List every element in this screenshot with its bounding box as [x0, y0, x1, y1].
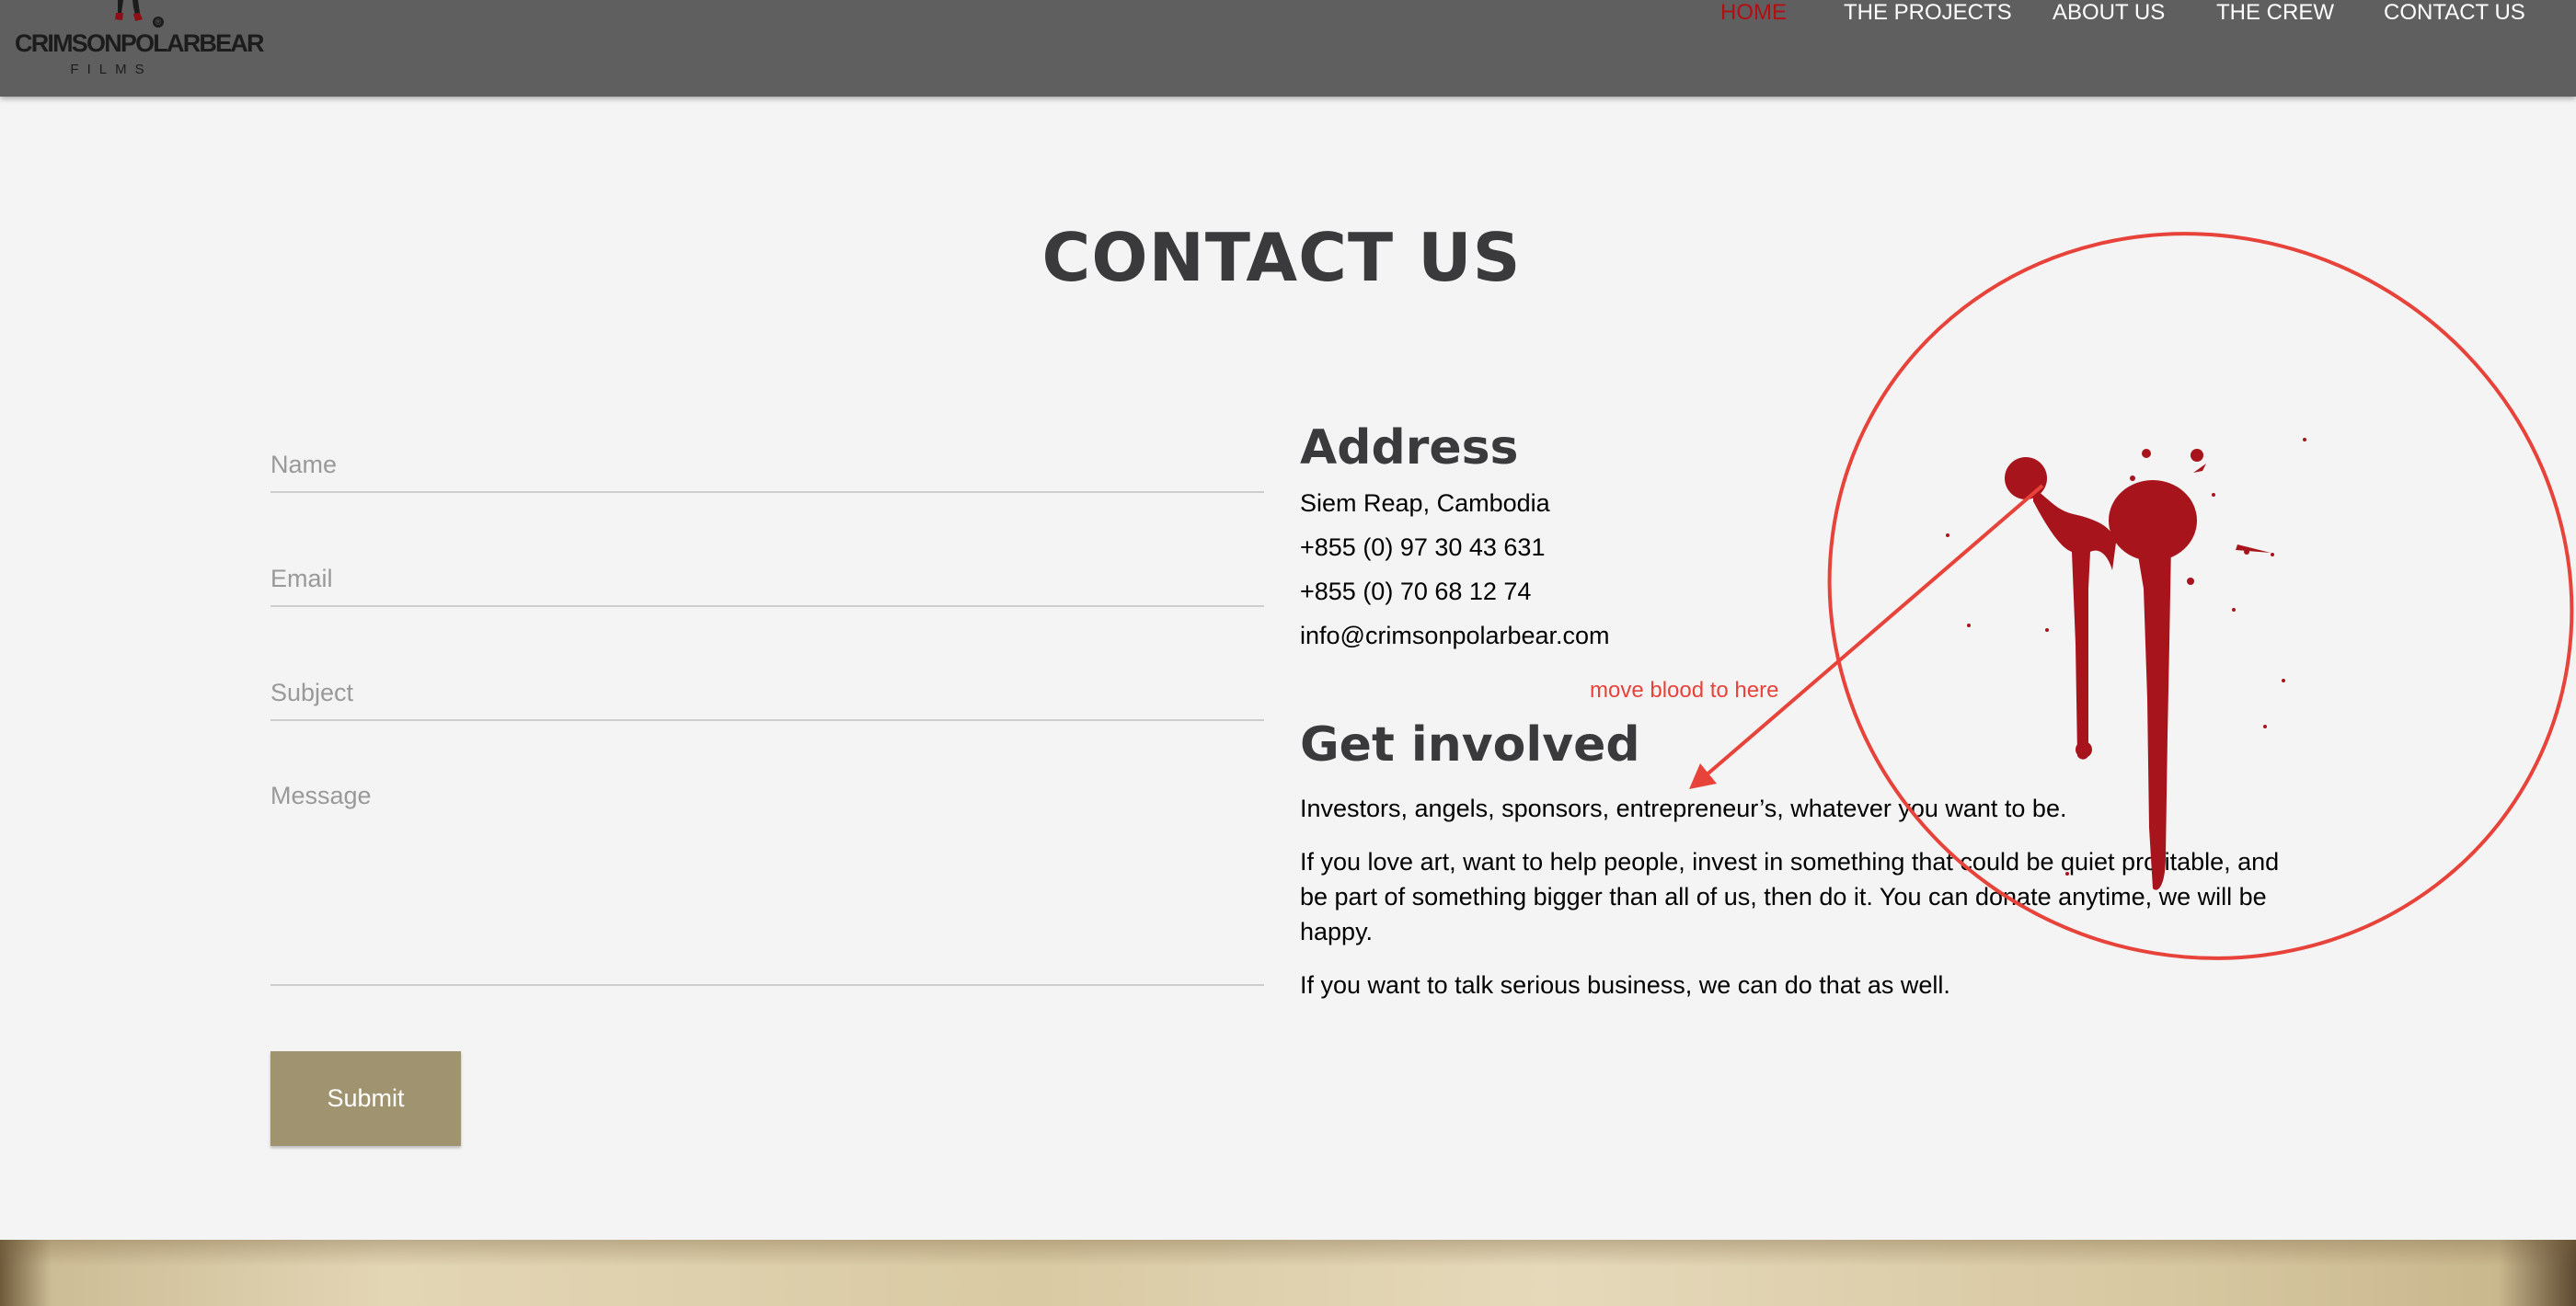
message-field[interactable] — [270, 782, 1264, 986]
logo-subtitle: FILMS — [70, 62, 153, 77]
annotation-arrow — [1689, 484, 2044, 789]
logo-wordmark: CRIMSONPOLARBEAR — [15, 29, 265, 57]
nav-home-link[interactable]: HOME — [1720, 0, 1787, 26]
nav-contact-link[interactable]: CONTACT US — [2384, 0, 2525, 26]
nav-about-link[interactable]: ABOUT US — [2053, 0, 2165, 26]
address-heading: Address — [1300, 420, 1519, 475]
get-involved-heading: Get involved — [1300, 717, 1640, 773]
nav-crew-link[interactable]: THE CREW — [2216, 0, 2334, 26]
involved-paragraph-3: If you want to talk serious business, we… — [1300, 971, 1950, 999]
registered-mark: ® — [153, 17, 164, 28]
nav-projects-link[interactable]: THE PROJECTS — [1844, 0, 2012, 26]
top-navigation-bar: ® CRIMSONPOLARBEAR FILMS HOME THE PROJEC… — [0, 0, 2576, 97]
involved-paragraph-1: Investors, angels, sponsors, entrepreneu… — [1300, 795, 2067, 822]
address-phone-2: +855 (0) 70 68 12 74 — [1300, 578, 1532, 605]
footer-parchment-band — [0, 1240, 2576, 1306]
email-field[interactable] — [270, 552, 1264, 607]
submit-button[interactable]: Submit — [270, 1051, 461, 1146]
address-email: info@crimsonpolarbear.com — [1300, 622, 1610, 649]
name-field[interactable] — [270, 438, 1264, 493]
address-phone-1: +855 (0) 97 30 43 631 — [1300, 533, 1546, 561]
address-city: Siem Reap, Cambodia — [1300, 489, 1550, 517]
site-logo[interactable]: ® CRIMSONPOLARBEAR FILMS — [15, 0, 265, 83]
annotation-note: move blood to here — [1590, 678, 1779, 703]
subject-field[interactable] — [270, 666, 1264, 721]
involved-paragraph-2: If you love art, want to help people, in… — [1300, 848, 2280, 945]
page-title: CONTACT US — [1041, 219, 1522, 296]
footer-band-shade — [0, 1240, 2576, 1306]
